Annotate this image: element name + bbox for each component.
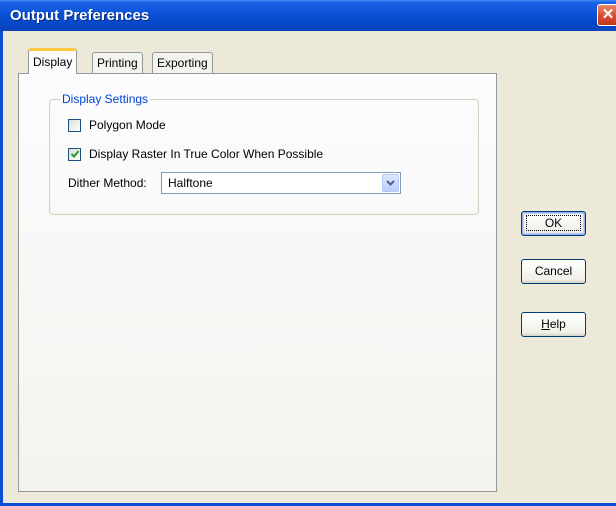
tab-exporting[interactable]: Exporting [152,52,213,73]
title-bar[interactable]: Output Preferences ✕ [0,0,616,31]
display-settings-title: Display Settings [60,92,151,106]
help-mnemonic: H [541,317,550,331]
help-button[interactable]: Help [521,312,586,337]
output-preferences-dialog: Output Preferences ✕ Display Printing Ex… [0,0,616,506]
help-label-rest: elp [549,317,566,331]
display-tab-panel: Display Settings [18,73,497,492]
cancel-label: Cancel [534,264,573,278]
close-button[interactable]: ✕ [597,4,616,26]
tab-display[interactable]: Display [28,48,78,74]
ok-button[interactable]: OK [521,211,586,236]
close-icon: ✕ [601,6,615,23]
tab-printing[interactable]: Printing [92,52,143,73]
window-title: Output Preferences [10,7,150,24]
dither-dropdown-button[interactable] [382,174,399,192]
true-color-label[interactable]: Display Raster In True Color When Possib… [89,147,323,161]
chevron-down-icon [386,180,395,186]
dither-method-value: Halftone [168,176,213,190]
tab-printing-label: Printing [97,56,138,70]
checkmark-icon [70,150,80,158]
cancel-button[interactable]: Cancel [521,259,586,284]
true-color-checkbox[interactable] [68,148,81,161]
dither-method-label: Dither Method: [68,176,147,190]
ok-label: OK [525,215,582,231]
dither-method-select[interactable]: Halftone [161,172,401,194]
tab-display-label: Display [33,55,73,69]
help-label: Help [541,317,566,331]
polygon-mode-checkbox[interactable] [68,119,81,132]
tab-exporting-label: Exporting [157,56,208,70]
polygon-mode-label[interactable]: Polygon Mode [89,118,166,132]
